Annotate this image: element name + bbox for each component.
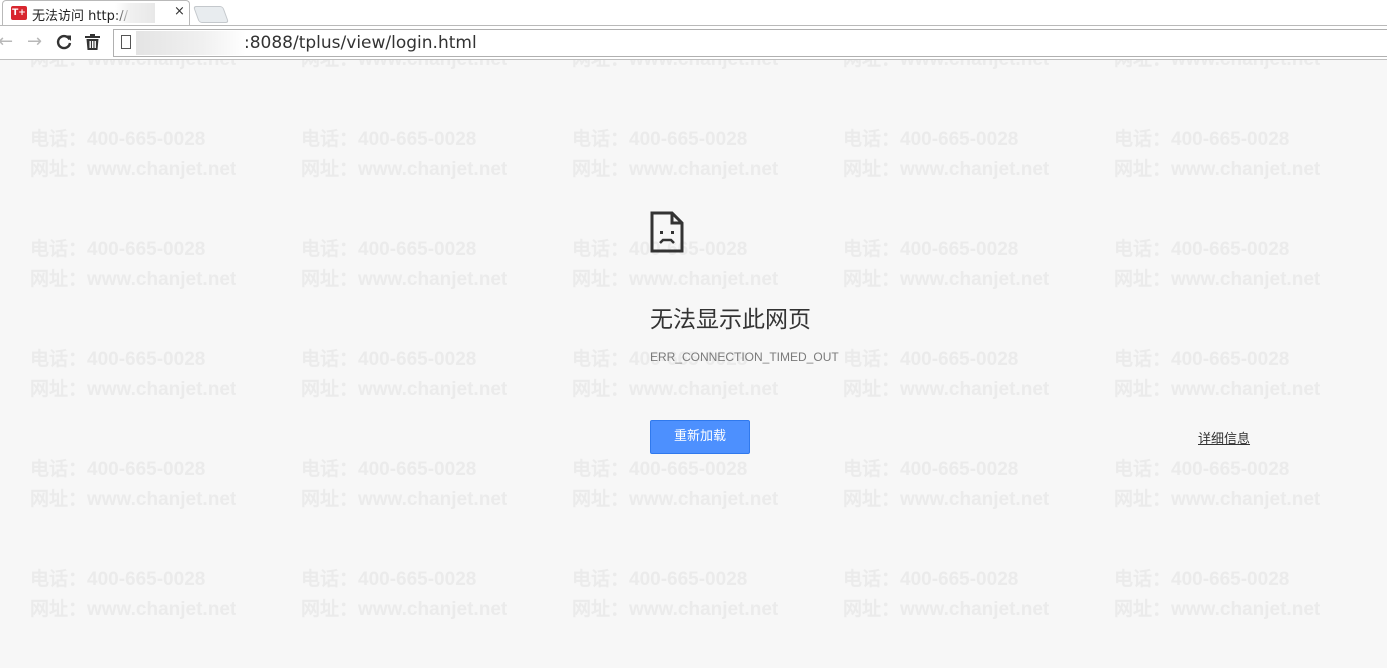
- trash-icon[interactable]: [84, 32, 101, 57]
- url-redaction: [136, 31, 246, 55]
- watermark-text: 电话：400-665-0028网址：www.chanjet.net: [572, 459, 779, 510]
- watermark-text: 电话：400-665-0028网址：www.chanjet.net: [1114, 569, 1321, 620]
- tplus-favicon-icon: T+: [11, 6, 27, 20]
- tab-close-icon[interactable]: ×: [174, 4, 185, 19]
- watermark-text: 电话：400-665-0028网址：www.chanjet.net: [1114, 239, 1321, 290]
- watermark-text: 电话：400-665-0028网址：www.chanjet.net: [30, 129, 237, 180]
- tab-strip: T+ 无法访问 http:// ×: [0, 0, 1387, 25]
- new-tab-button[interactable]: [192, 6, 230, 23]
- details-link[interactable]: 详细信息: [1198, 428, 1250, 447]
- watermark-text: 电话：400-665-0028网址：www.chanjet.net: [1114, 459, 1321, 510]
- browser-tab[interactable]: T+ 无法访问 http:// ×: [2, 0, 190, 25]
- watermark-text: 电话：400-665-0028网址：www.chanjet.net: [843, 569, 1050, 620]
- watermark-text: 电话：400-665-0028网址：www.chanjet.net: [843, 129, 1050, 180]
- watermark-text: 电话：400-665-0028网址：www.chanjet.net: [30, 459, 237, 510]
- watermark-text: 电话：400-665-0028网址：www.chanjet.net: [30, 239, 237, 290]
- watermark-text: 电话：400-665-0028网址：www.chanjet.net: [1114, 129, 1321, 180]
- watermark-text: 电话：400-665-0028网址：www.chanjet.net: [572, 129, 779, 180]
- watermark-text: 电话：400-665-0028网址：www.chanjet.net: [301, 569, 508, 620]
- watermark-text: 电话：400-665-0028网址：www.chanjet.net: [843, 239, 1050, 290]
- watermark-text: 电话：400-665-0028网址：www.chanjet.net: [843, 349, 1050, 400]
- watermark-text: 电话：400-665-0028网址：www.chanjet.net: [30, 569, 237, 620]
- reload-button[interactable]: 重新加载: [650, 420, 750, 454]
- watermark-text: 电话：400-665-0028网址：www.chanjet.net: [301, 349, 508, 400]
- watermark-text: 电话：400-665-0028网址：www.chanjet.net: [843, 459, 1050, 510]
- browser-toolbar: ← → :8088/tplus/view/login.html: [0, 25, 1387, 60]
- watermark-text: 电话：400-665-0028网址：www.chanjet.net: [30, 349, 237, 400]
- error-title: 无法显示此网页: [650, 307, 811, 333]
- back-arrow-icon[interactable]: ←: [0, 32, 13, 52]
- reload-icon[interactable]: [55, 32, 73, 57]
- error-code: ERR_CONNECTION_TIMED_OUT: [650, 350, 839, 364]
- watermark-text: 电话：400-665-0028网址：www.chanjet.net: [572, 569, 779, 620]
- sad-page-icon: [650, 211, 684, 253]
- tab-title-redaction: [115, 3, 155, 23]
- watermark-text: 电话：400-665-0028网址：www.chanjet.net: [301, 129, 508, 180]
- page-icon: [121, 35, 131, 49]
- watermark-text: 电话：400-665-0028网址：www.chanjet.net: [301, 459, 508, 510]
- forward-arrow-icon[interactable]: →: [27, 32, 42, 52]
- watermark-text: 电话：400-665-0028网址：www.chanjet.net: [301, 239, 508, 290]
- url-text[interactable]: :8088/tplus/view/login.html: [244, 33, 477, 53]
- watermark-text: 电话：400-665-0028网址：www.chanjet.net: [1114, 349, 1321, 400]
- address-bar[interactable]: :8088/tplus/view/login.html: [113, 29, 1387, 57]
- watermark-layer: 电话：400-665-0028 网址：www.chanjet.net 电话：400-…: [0, 0, 1387, 668]
